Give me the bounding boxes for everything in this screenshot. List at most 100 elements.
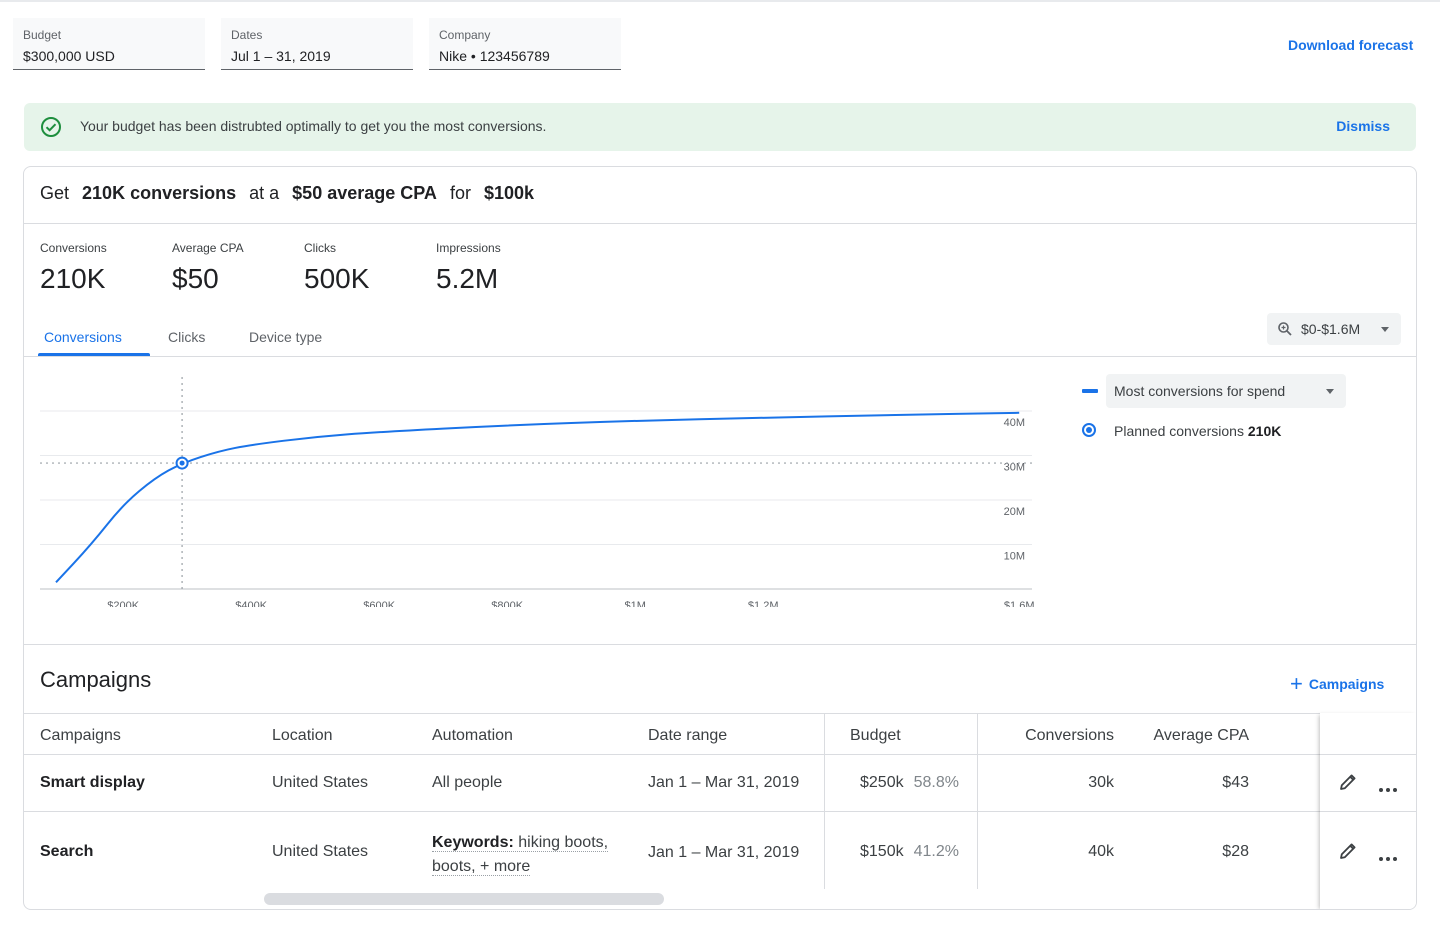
- metric-value: 500K: [304, 263, 370, 294]
- campaign-average-cpa: $43: [1222, 774, 1249, 791]
- column-header-budget[interactable]: Budget: [850, 727, 901, 745]
- zoom-in-icon: [1277, 321, 1293, 342]
- campaign-automation: All people: [432, 774, 503, 791]
- campaign-budget: $150k 41.2%: [860, 843, 959, 861]
- row-divider: [24, 811, 1416, 812]
- series-line-icon: [1082, 389, 1098, 393]
- column-header-date-range[interactable]: Date range: [648, 727, 727, 745]
- campaign-name[interactable]: Smart display: [40, 774, 145, 792]
- keywords-line-1: hiking boots,: [518, 834, 609, 851]
- campaign-date-range: Jan 1 – Mar 31, 2019: [648, 774, 800, 791]
- metric-value: $50: [172, 263, 219, 294]
- metric-label: Impressions: [436, 241, 501, 255]
- success-banner: Your budget has been distrubted optimall…: [24, 103, 1416, 151]
- row-actions-column: [1320, 713, 1416, 909]
- row-divider: [1320, 754, 1416, 755]
- x-tick-label: $1.6M: [1004, 600, 1035, 607]
- metric-label: Average CPA: [172, 241, 244, 255]
- campaign-conversions: 30k: [1088, 774, 1114, 791]
- x-tick-label: $200K: [107, 600, 139, 607]
- campaign-name[interactable]: Search: [40, 843, 93, 861]
- add-campaigns-label: Campaigns: [1308, 676, 1385, 692]
- headline-spend: $100k: [483, 183, 535, 203]
- row-divider: [1320, 811, 1416, 812]
- campaign-date-range: Jan 1 – Mar 31, 2019: [648, 844, 800, 861]
- headline-text-1: Get: [40, 183, 70, 203]
- campaign-automation: Keywords: hiking boots, boots, + more: [432, 831, 609, 879]
- series-dropdown-label: Most conversions for spend: [1114, 383, 1286, 399]
- series-dropdown[interactable]: Most conversions for spend: [1106, 374, 1346, 408]
- metric-label: Clicks: [304, 241, 336, 255]
- tab-conversions[interactable]: Conversions: [40, 329, 126, 345]
- budget-field[interactable]: Budget $300,000 USD: [13, 18, 205, 70]
- range-selector[interactable]: $0-$1.6M: [1267, 313, 1401, 345]
- horizontal-scrollbar[interactable]: [264, 893, 664, 905]
- budget-field-label: Budget: [23, 28, 62, 42]
- planned-point-center: [179, 460, 185, 466]
- more-horizontal-icon[interactable]: [1378, 849, 1398, 867]
- budget-field-value: $300,000 USD: [23, 48, 115, 64]
- company-field[interactable]: Company Nike • 123456789: [429, 18, 621, 70]
- budget-percent: 58.8%: [913, 774, 959, 791]
- x-tick-label: $600K: [363, 600, 395, 607]
- metric-conversions: Conversions 210K: [40, 241, 107, 295]
- campaign-budget: $250k 58.8%: [860, 774, 959, 792]
- metric-value: 210K: [40, 263, 106, 294]
- headline-divider: [24, 223, 1416, 224]
- tab-device-type[interactable]: Device type: [245, 329, 326, 345]
- planned-conversions-label: Planned conversions: [1114, 423, 1244, 439]
- conversions-series-line: [55, 411, 1020, 584]
- x-tick-label: $800K: [491, 600, 523, 607]
- keywords-prefix: Keywords:: [432, 834, 514, 851]
- chevron-down-icon: [1326, 389, 1334, 394]
- column-header-automation[interactable]: Automation: [432, 727, 513, 745]
- company-field-value: Nike • 123456789: [439, 48, 550, 64]
- metric-impressions: Impressions 5.2M: [436, 241, 501, 295]
- headline-text-3: for: [449, 183, 471, 203]
- add-campaigns-button[interactable]: + Campaigns: [1290, 669, 1385, 696]
- download-forecast-link[interactable]: Download forecast: [1288, 37, 1413, 53]
- table-top-border: [24, 713, 1416, 714]
- plus-icon: +: [1290, 671, 1303, 696]
- edit-icon[interactable]: [1338, 772, 1358, 797]
- metric-value: 5.2M: [436, 263, 499, 294]
- header-row-border: [24, 754, 1416, 755]
- headline-cpa: $50 average CPA: [292, 183, 437, 203]
- tab-clicks[interactable]: Clicks: [164, 329, 209, 345]
- campaign-location: United States: [272, 774, 369, 791]
- headline-text-2: at a: [249, 183, 280, 203]
- campaigns-title: Campaigns: [40, 667, 152, 692]
- dismiss-button[interactable]: Dismiss: [1336, 118, 1390, 134]
- budget-value: $250k: [860, 774, 904, 791]
- metric-average-cpa: Average CPA $50: [172, 241, 244, 295]
- campaign-conversions: 40k: [1088, 843, 1114, 860]
- range-selector-label: $0-$1.6M: [1301, 321, 1361, 337]
- column-divider: [824, 713, 825, 889]
- forecast-headline: Get 210K conversions at a $50 average CP…: [40, 183, 534, 204]
- column-header-location[interactable]: Location: [272, 727, 333, 745]
- banner-message: Your budget has been distrubted optimall…: [80, 118, 547, 134]
- budget-percent: 41.2%: [913, 843, 959, 860]
- y-tick-label: 20M: [1004, 506, 1025, 518]
- chevron-down-icon: [1381, 327, 1389, 332]
- dates-field[interactable]: Dates Jul 1 – 31, 2019: [221, 18, 413, 70]
- top-divider: [0, 0, 1440, 2]
- metric-label: Conversions: [40, 241, 107, 255]
- budget-value: $150k: [860, 843, 904, 860]
- metric-clicks: Clicks 500K: [304, 241, 369, 295]
- forecast-card: Get 210K conversions at a $50 average CP…: [23, 166, 1417, 910]
- more-horizontal-icon[interactable]: [1378, 780, 1398, 798]
- automation-keywords[interactable]: Keywords: hiking boots,: [432, 834, 609, 852]
- edit-icon[interactable]: [1338, 841, 1358, 866]
- x-tick-label: $1.2M: [748, 600, 779, 607]
- company-field-label: Company: [439, 28, 491, 42]
- conversions-chart: 10M20M30M40M$200K $400K $600K $800K $1M $1.2M…: [40, 377, 1035, 607]
- planned-point-icon: [1082, 423, 1096, 437]
- column-header-average-cpa[interactable]: Average CPA: [1154, 727, 1249, 745]
- y-tick-label: 10M: [1004, 551, 1025, 563]
- dates-field-value: Jul 1 – 31, 2019: [231, 48, 331, 64]
- column-header-campaigns[interactable]: Campaigns: [40, 727, 121, 745]
- keywords-line-2[interactable]: boots, + more: [432, 858, 531, 876]
- dates-field-label: Dates: [231, 28, 263, 42]
- column-header-conversions[interactable]: Conversions: [1025, 727, 1114, 745]
